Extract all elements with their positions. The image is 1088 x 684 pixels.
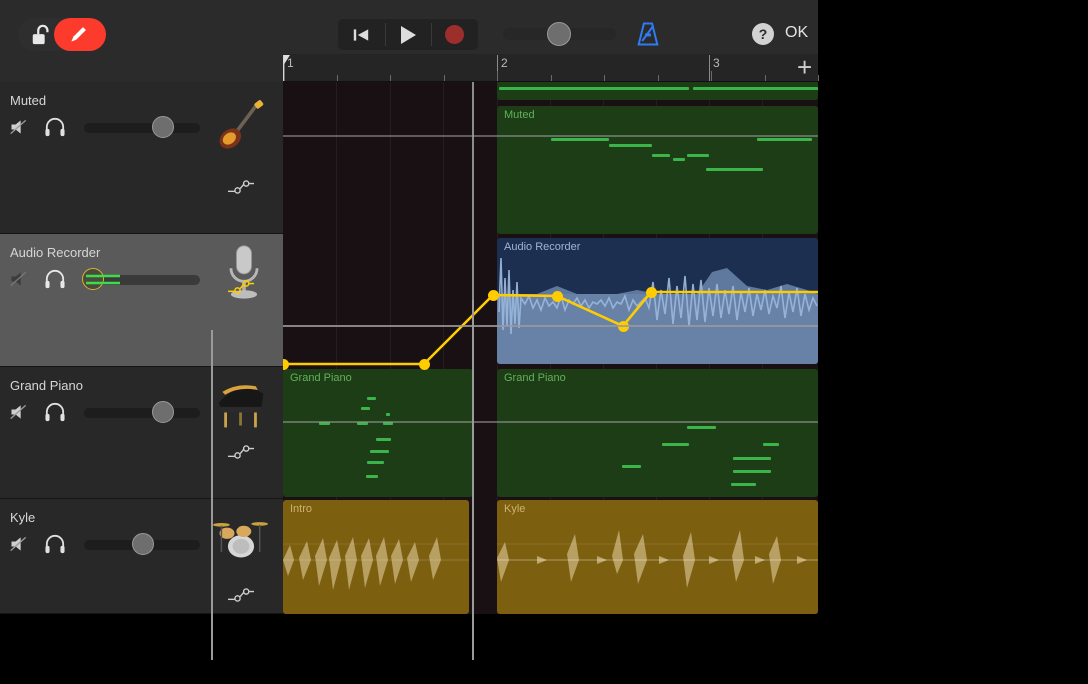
mute-icon[interactable] [9, 117, 29, 137]
volume-slider[interactable] [84, 123, 200, 133]
rewind-icon [353, 28, 369, 42]
bottom-black-area [0, 614, 1088, 684]
volume-knob[interactable] [152, 401, 174, 423]
automation-point[interactable] [419, 359, 430, 370]
track-header-kyle[interactable]: Kyle [0, 499, 283, 614]
drag-guide-horizontal [283, 421, 818, 423]
audio-waveform [497, 238, 818, 364]
lane-audio-recorder[interactable]: Audio Recorder [283, 234, 818, 367]
ruler-left-spacer [0, 54, 283, 82]
mute-icon[interactable] [9, 534, 29, 554]
timeline-ruler[interactable]: 1 2 3 [283, 54, 818, 82]
bar-line-3 [709, 55, 710, 81]
lane-kyle[interactable]: Intro [283, 499, 818, 614]
ruler-tick [337, 75, 338, 81]
drum-kit-icon[interactable] [213, 511, 269, 563]
region-muted[interactable]: Muted [497, 106, 818, 234]
help-button[interactable]: ? [752, 23, 774, 45]
pencil-edit-button[interactable] [54, 18, 106, 51]
automation-value-indicator [86, 271, 120, 289]
add-track-button[interactable]: + [797, 57, 812, 77]
toolbar: ? OK [0, 0, 1088, 54]
ruler-tick [497, 71, 498, 81]
region-label: Grand Piano [290, 372, 352, 384]
track-name-label: Kyle [10, 510, 35, 525]
region-label: Grand Piano [504, 372, 566, 384]
drag-guide-vertical-right [472, 300, 474, 660]
playhead[interactable] [283, 55, 295, 81]
automation-icon[interactable] [228, 444, 254, 460]
volume-knob[interactable] [152, 116, 174, 138]
headphones-icon[interactable] [44, 402, 66, 422]
track-headers: Muted [0, 82, 283, 614]
drummer-markers [283, 500, 469, 614]
region-label: Muted [504, 109, 535, 121]
region-intro[interactable]: Intro [283, 500, 469, 614]
bar-label-3: 3 [713, 56, 720, 70]
volume-knob[interactable] [132, 533, 154, 555]
track-name-label: Audio Recorder [10, 245, 100, 260]
ruler-tick [604, 75, 605, 81]
lane-muted[interactable]: Muted [283, 82, 818, 234]
pencil-icon [68, 25, 88, 45]
ruler-tick [551, 75, 552, 81]
region-kyle[interactable]: Kyle [497, 500, 818, 614]
automation-point[interactable] [552, 291, 563, 302]
master-volume-knob[interactable] [547, 22, 571, 46]
automation-icon[interactable] [228, 279, 254, 295]
ruler-tick [444, 75, 445, 81]
ok-button[interactable]: OK [785, 24, 808, 42]
record-icon [445, 25, 464, 44]
automation-icon[interactable] [228, 179, 254, 195]
unlock-icon [30, 24, 52, 46]
transport-controls [338, 19, 478, 50]
track-header-grand-piano[interactable]: Grand Piano [0, 367, 283, 499]
track-name-label: Muted [10, 93, 46, 108]
region-grand-piano-2[interactable]: Grand Piano [497, 369, 818, 497]
automation-point[interactable] [646, 287, 657, 298]
volume-slider[interactable] [84, 408, 200, 418]
drag-guide-horizontal [283, 135, 818, 137]
drummer-markers [497, 500, 818, 614]
automation-point[interactable] [488, 290, 499, 301]
lock-toggle[interactable] [18, 18, 106, 51]
track-header-audio-recorder[interactable]: Audio Recorder [0, 234, 283, 367]
bar-label-2: 2 [501, 56, 508, 70]
bass-guitar-icon[interactable] [214, 98, 270, 152]
garageband-app: ? OK 1 2 3 + Muted [0, 0, 1088, 684]
ruler-tick [390, 75, 391, 81]
drag-guide-vertical-left [211, 330, 213, 660]
headphones-icon[interactable] [44, 269, 66, 289]
region-audio-recorder[interactable]: Audio Recorder [497, 238, 818, 364]
play-button[interactable] [385, 19, 432, 50]
ruler-tick [711, 71, 712, 81]
volume-slider[interactable] [84, 540, 200, 550]
region-partial-top[interactable] [497, 82, 818, 100]
right-black-area [818, 82, 1088, 684]
metronome-icon[interactable] [634, 20, 662, 48]
ruler-tick [765, 75, 766, 81]
master-volume-slider[interactable] [503, 28, 616, 40]
track-header-muted[interactable]: Muted [0, 82, 283, 234]
ruler-tick [818, 75, 819, 81]
play-icon [401, 26, 416, 44]
mute-icon[interactable] [9, 402, 29, 422]
record-button[interactable] [431, 19, 478, 50]
toolbar-right-spacer [818, 0, 1088, 54]
mute-icon[interactable] [9, 269, 29, 289]
automation-icon[interactable] [228, 587, 254, 603]
headphones-icon[interactable] [44, 534, 66, 554]
ruler-right-spacer [818, 54, 1088, 82]
region-grand-piano-1[interactable]: Grand Piano [283, 369, 473, 497]
track-name-label: Grand Piano [10, 378, 83, 393]
rewind-button[interactable] [338, 19, 385, 50]
grand-piano-icon[interactable] [213, 377, 269, 433]
track-lanes[interactable]: Muted Audio Recorder [283, 82, 818, 614]
volume-slider[interactable] [84, 275, 200, 285]
ruler-tick [658, 75, 659, 81]
drag-guide-horizontal-audio [283, 325, 818, 327]
lane-grand-piano[interactable]: Grand Piano Grand Piano [283, 367, 818, 499]
headphones-icon[interactable] [44, 117, 66, 137]
